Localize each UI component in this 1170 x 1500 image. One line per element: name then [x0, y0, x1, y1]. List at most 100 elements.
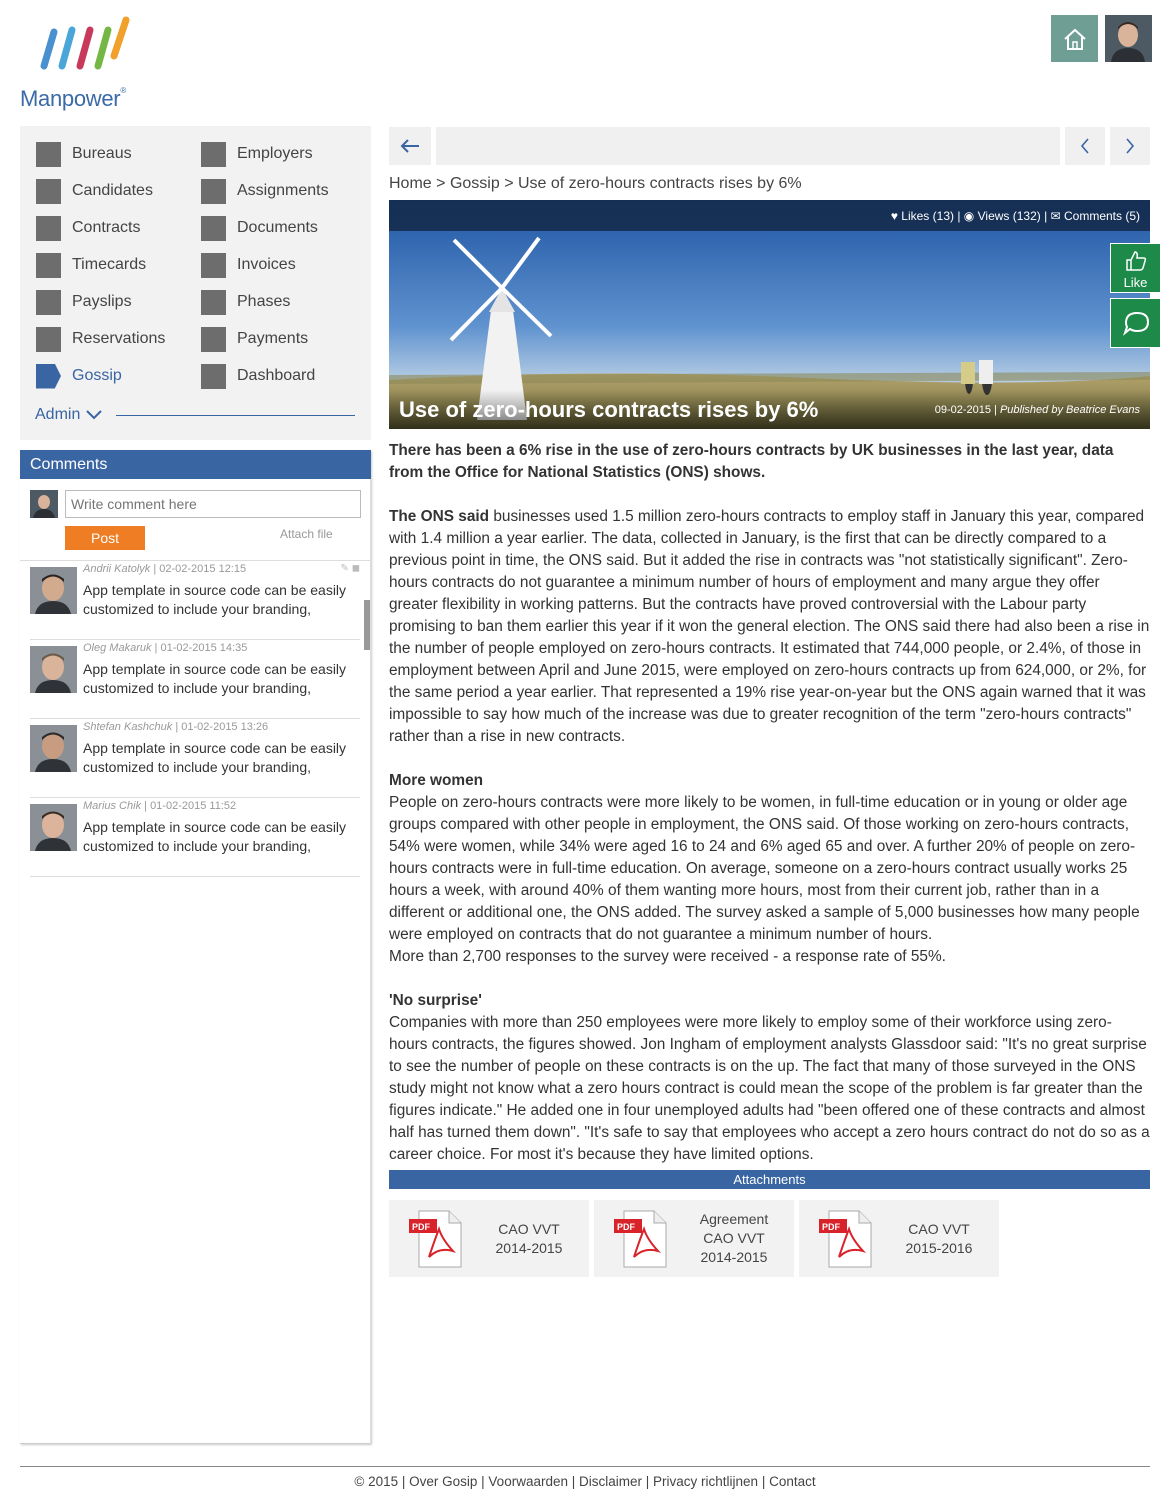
nav-item-payments[interactable]: Payments: [201, 326, 308, 352]
article-paragraph: More than 2,700 responses to the survey …: [389, 948, 946, 965]
chevron-right-icon: [1126, 138, 1135, 154]
comments-count: Comments (5): [1063, 209, 1140, 223]
back-button[interactable]: [389, 127, 431, 165]
nav-item-bureaus[interactable]: Bureaus: [36, 141, 132, 167]
comment-date: 02-02-2015 12:15: [159, 563, 247, 575]
user-avatar[interactable]: [1105, 15, 1152, 62]
nav-square-icon: [201, 363, 226, 389]
breadcrumb-gossip[interactable]: Gossip: [450, 175, 500, 192]
comments-scrollbar[interactable]: [364, 600, 370, 650]
article-lead: There has been a 6% rise in the use of z…: [389, 442, 1114, 481]
pdf-icon: [614, 1210, 667, 1268]
breadcrumb-home[interactable]: Home: [389, 175, 432, 192]
section-heading: More women: [389, 772, 484, 789]
footer-link-privacy-richtlijnen[interactable]: Privacy richtlijnen: [653, 1474, 758, 1489]
comment-date: 01-02-2015 14:35: [160, 642, 248, 654]
breadcrumb-current: Use of zero-hours contracts rises by 6%: [517, 175, 802, 192]
comment-icon: ✉: [1050, 209, 1061, 223]
home-icon: [1063, 28, 1086, 50]
pdf-label: PDF: [412, 1222, 430, 1232]
comment-date: 01-02-2015 11:52: [150, 800, 237, 812]
next-button[interactable]: [1110, 127, 1150, 165]
footer-link-voorwaarden[interactable]: Voorwaarden: [488, 1474, 568, 1489]
article-paragraph: People on zero-hours contracts were more…: [389, 794, 1140, 943]
nav-item-gossip[interactable]: Gossip: [36, 363, 122, 389]
comment-tools: ✎ ◼: [341, 563, 360, 574]
nav-square-icon: [36, 141, 61, 167]
nav-square-icon: [201, 215, 226, 241]
comment-text: App template in source code can be easil…: [83, 819, 347, 854]
nav-active-icon: [36, 363, 61, 389]
home-button[interactable]: [1051, 15, 1098, 62]
nav-item-label: Payments: [237, 330, 309, 347]
nav-item-phases[interactable]: Phases: [201, 289, 290, 315]
edit-icon[interactable]: ✎: [341, 563, 349, 574]
nav-item-invoices[interactable]: Invoices: [201, 252, 296, 278]
paragraph-text: businesses used 1.5 million zero-hours c…: [389, 508, 1150, 745]
like-button[interactable]: Like: [1110, 243, 1161, 293]
admin-label: Admin: [35, 406, 81, 423]
comment-meta: Oleg Makaruk | 01-02-2015 14:35: [83, 642, 248, 654]
attach-file-link[interactable]: Attach file: [280, 527, 333, 541]
my-avatar: [30, 490, 58, 518]
commenter-avatar: [30, 804, 77, 851]
comment-text: App template in source code can be easil…: [83, 740, 347, 775]
nav-item-dashboard[interactable]: Dashboard: [201, 363, 315, 389]
admin-menu[interactable]: Admin: [35, 404, 355, 426]
attachment-name-line: CAO VVT: [703, 1230, 765, 1246]
previous-button[interactable]: [1065, 127, 1105, 165]
article-publish-info: 09-02-2015 | Published by Beatrice Evans: [935, 404, 1140, 416]
commenter-avatar: [30, 725, 77, 772]
comment-meta: Shtefan Kashchuk | 01-02-2015 13:26: [83, 721, 269, 733]
comments-title: Comments: [20, 450, 371, 479]
stats-divider: |: [1044, 209, 1048, 223]
attachment-name-line: CAO VVT: [908, 1220, 970, 1237]
nav-item-employers[interactable]: Employers: [201, 141, 313, 167]
footer-link-disclaimer[interactable]: Disclaimer: [579, 1474, 642, 1489]
publish-date: 09-02-2015: [934, 404, 991, 416]
attachment-item[interactable]: PDF CAO VVT 2015-2016: [799, 1200, 999, 1277]
chat-bubble-icon: [1122, 311, 1149, 336]
nav-item-payslips[interactable]: Payslips: [36, 289, 132, 315]
comment-date: 01-02-2015 13:26: [181, 721, 269, 733]
comment-input[interactable]: [65, 490, 361, 518]
nav-item-label: Invoices: [237, 256, 296, 273]
trash-icon[interactable]: ◼: [352, 563, 360, 574]
nav-item-timecards[interactable]: Timecards: [36, 252, 146, 278]
attachments-header: Attachments: [389, 1170, 1150, 1189]
footer-link-over-gosip[interactable]: Over Gosip: [409, 1474, 477, 1489]
nav-item-label: Reservations: [72, 330, 166, 347]
comment-text: App template in source code can be easil…: [83, 582, 347, 617]
nav-item-reservations[interactable]: Reservations: [36, 326, 165, 352]
post-button[interactable]: Post: [65, 526, 145, 550]
manpower-logo: Manpower®: [20, 14, 140, 114]
thumbs-up-icon: [1125, 251, 1146, 271]
attachment-item[interactable]: PDF CAO VVT 2014-2015: [389, 1200, 589, 1277]
avatar-photo: [1105, 15, 1152, 62]
attachment-name-line: 2014-2015: [495, 1239, 563, 1256]
nav-item-label: Bureaus: [72, 145, 132, 162]
nav-square-icon: [36, 215, 61, 241]
pdf-label: PDF: [822, 1222, 840, 1232]
nav-item-contracts[interactable]: Contracts: [36, 215, 140, 241]
nav-item-documents[interactable]: Documents: [201, 215, 318, 241]
chevron-down-icon: [86, 410, 103, 420]
footer-link-contact[interactable]: Contact: [769, 1474, 816, 1489]
attachment-name-line: CAO VVT: [498, 1220, 560, 1237]
article-hero: ♥ Likes (13) | ◉ Views (132) | ✉ Comment…: [389, 200, 1150, 429]
views-count: Views (132): [977, 209, 1041, 223]
attachment-name-line: Agreement: [699, 1211, 769, 1227]
nav-item-label: Contracts: [72, 219, 141, 236]
footer-copyright: © 2015: [354, 1474, 399, 1489]
article-paragraph: The ONS said businesses used 1.5 million…: [389, 506, 1150, 748]
attachment-item[interactable]: PDF Agreement CAO VVT 2014-2015: [594, 1200, 794, 1277]
avatar-photo: [30, 804, 77, 851]
nav-square-icon: [36, 252, 61, 278]
nav-item-candidates[interactable]: Candidates: [36, 178, 153, 204]
article-stats: ♥ Likes (13) | ◉ Views (132) | ✉ Comment…: [389, 200, 1150, 231]
manpower-logo-icon: [40, 16, 130, 70]
nav-item-assignments[interactable]: Assignments: [201, 178, 329, 204]
nav-item-label: Phases: [237, 293, 291, 310]
comment-button[interactable]: [1110, 298, 1161, 348]
nav-square-icon: [36, 289, 61, 315]
